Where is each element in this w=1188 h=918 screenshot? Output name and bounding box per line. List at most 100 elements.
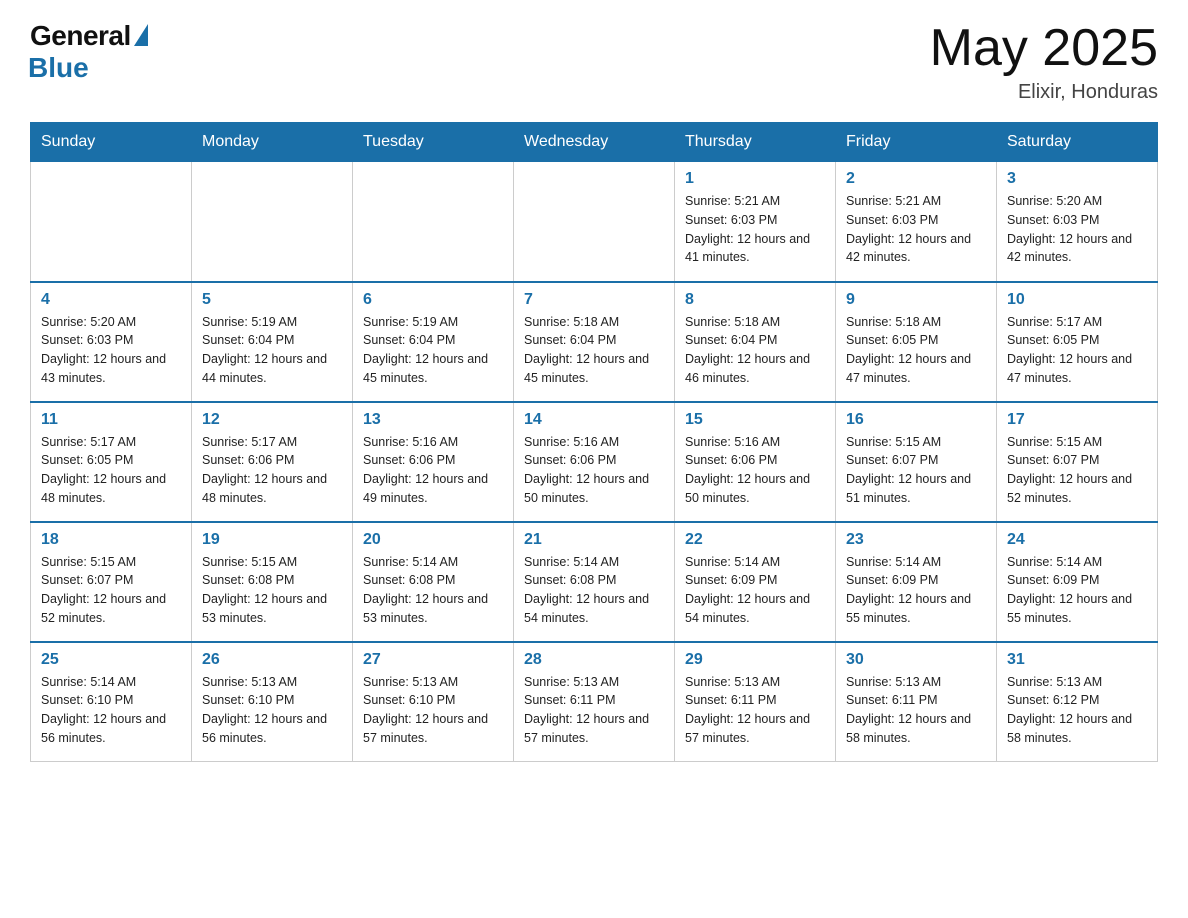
- day-number: 8: [685, 291, 825, 309]
- day-number: 11: [41, 411, 181, 429]
- day-number: 5: [202, 291, 342, 309]
- calendar-cell: 17 Sunrise: 5:15 AM Sunset: 6:07 PM Dayli…: [997, 402, 1158, 522]
- calendar-cell: 14 Sunrise: 5:16 AM Sunset: 6:06 PM Dayli…: [514, 402, 675, 522]
- day-number: 28: [524, 651, 664, 669]
- calendar-week-row: 18 Sunrise: 5:15 AM Sunset: 6:07 PM Dayli…: [31, 522, 1158, 642]
- calendar-cell: 24 Sunrise: 5:14 AM Sunset: 6:09 PM Dayli…: [997, 522, 1158, 642]
- day-number: 18: [41, 531, 181, 549]
- day-number: 22: [685, 531, 825, 549]
- calendar-cell: 28 Sunrise: 5:13 AM Sunset: 6:11 PM Dayli…: [514, 642, 675, 762]
- day-number: 20: [363, 531, 503, 549]
- month-title: May 2025: [930, 20, 1158, 77]
- day-info: Sunrise: 5:13 AM Sunset: 6:11 PM Dayligh…: [524, 673, 664, 748]
- calendar-week-row: 1 Sunrise: 5:21 AM Sunset: 6:03 PM Daylig…: [31, 162, 1158, 282]
- location-label: Elixir, Honduras: [930, 81, 1158, 104]
- calendar-cell: 30 Sunrise: 5:13 AM Sunset: 6:11 PM Dayli…: [836, 642, 997, 762]
- page-header: General Blue May 2025 Elixir, Honduras: [30, 20, 1158, 104]
- calendar-cell: 2Sunrise: 5:21 AM Sunset: 6:03 PM Daylig…: [836, 162, 997, 282]
- calendar-cell: 25 Sunrise: 5:14 AM Sunset: 6:10 PM Dayli…: [31, 642, 192, 762]
- logo: General Blue: [30, 20, 148, 84]
- calendar-cell: 29 Sunrise: 5:13 AM Sunset: 6:11 PM Dayli…: [675, 642, 836, 762]
- day-info: Sunrise: 5:17 AM Sunset: 6:05 PM Dayligh…: [41, 433, 181, 508]
- calendar-cell: [353, 162, 514, 282]
- day-info: Sunrise: 5:18 AM Sunset: 6:05 PM Dayligh…: [846, 313, 986, 388]
- calendar-cell: 8 Sunrise: 5:18 AM Sunset: 6:04 PM Daylig…: [675, 282, 836, 402]
- day-number: 31: [1007, 651, 1147, 669]
- day-number: 10: [1007, 291, 1147, 309]
- calendar-cell: 9 Sunrise: 5:18 AM Sunset: 6:05 PM Daylig…: [836, 282, 997, 402]
- day-info: Sunrise: 5:14 AM Sunset: 6:09 PM Dayligh…: [685, 553, 825, 628]
- day-info: Sunrise: 5:19 AM Sunset: 6:04 PM Dayligh…: [363, 313, 503, 388]
- day-info: Sunrise: 5:14 AM Sunset: 6:09 PM Dayligh…: [1007, 553, 1147, 628]
- day-info: Sunrise: 5:14 AM Sunset: 6:10 PM Dayligh…: [41, 673, 181, 748]
- day-info: Sunrise: 5:21 AM Sunset: 6:03 PM Dayligh…: [685, 192, 825, 267]
- day-info: Sunrise: 5:13 AM Sunset: 6:11 PM Dayligh…: [846, 673, 986, 748]
- day-info: Sunrise: 5:15 AM Sunset: 6:07 PM Dayligh…: [846, 433, 986, 508]
- calendar-cell: 13Sunrise: 5:16 AM Sunset: 6:06 PM Dayli…: [353, 402, 514, 522]
- day-number: 6: [363, 291, 503, 309]
- calendar-cell: 11 Sunrise: 5:17 AM Sunset: 6:05 PM Dayli…: [31, 402, 192, 522]
- day-number: 23: [846, 531, 986, 549]
- day-number: 29: [685, 651, 825, 669]
- calendar-cell: 12 Sunrise: 5:17 AM Sunset: 6:06 PM Dayli…: [192, 402, 353, 522]
- day-number: 25: [41, 651, 181, 669]
- calendar-cell: 18 Sunrise: 5:15 AM Sunset: 6:07 PM Dayli…: [31, 522, 192, 642]
- calendar-header-friday: Friday: [836, 123, 997, 162]
- day-info: Sunrise: 5:14 AM Sunset: 6:09 PM Dayligh…: [846, 553, 986, 628]
- calendar-cell: 19 Sunrise: 5:15 AM Sunset: 6:08 PM Dayli…: [192, 522, 353, 642]
- day-info: Sunrise: 5:15 AM Sunset: 6:07 PM Dayligh…: [41, 553, 181, 628]
- calendar-header-tuesday: Tuesday: [353, 123, 514, 162]
- day-info: Sunrise: 5:14 AM Sunset: 6:08 PM Dayligh…: [363, 553, 503, 628]
- day-info: Sunrise: 5:21 AM Sunset: 6:03 PM Dayligh…: [846, 192, 986, 267]
- day-info: Sunrise: 5:16 AM Sunset: 6:06 PM Dayligh…: [363, 433, 503, 508]
- calendar-cell: 5 Sunrise: 5:19 AM Sunset: 6:04 PM Daylig…: [192, 282, 353, 402]
- day-info: Sunrise: 5:14 AM Sunset: 6:08 PM Dayligh…: [524, 553, 664, 628]
- day-number: 12: [202, 411, 342, 429]
- day-number: 27: [363, 651, 503, 669]
- calendar-cell: 1 Sunrise: 5:21 AM Sunset: 6:03 PM Daylig…: [675, 162, 836, 282]
- day-info: Sunrise: 5:18 AM Sunset: 6:04 PM Dayligh…: [685, 313, 825, 388]
- day-info: Sunrise: 5:17 AM Sunset: 6:06 PM Dayligh…: [202, 433, 342, 508]
- day-number: 4: [41, 291, 181, 309]
- day-number: 3: [1007, 170, 1147, 188]
- day-info: Sunrise: 5:16 AM Sunset: 6:06 PM Dayligh…: [524, 433, 664, 508]
- day-number: 14: [524, 411, 664, 429]
- day-info: Sunrise: 5:13 AM Sunset: 6:10 PM Dayligh…: [363, 673, 503, 748]
- day-number: 19: [202, 531, 342, 549]
- calendar-cell: 21 Sunrise: 5:14 AM Sunset: 6:08 PM Dayli…: [514, 522, 675, 642]
- calendar-cell: 20 Sunrise: 5:14 AM Sunset: 6:08 PM Dayli…: [353, 522, 514, 642]
- day-info: Sunrise: 5:19 AM Sunset: 6:04 PM Dayligh…: [202, 313, 342, 388]
- day-info: Sunrise: 5:13 AM Sunset: 6:12 PM Dayligh…: [1007, 673, 1147, 748]
- calendar-week-row: 4 Sunrise: 5:20 AM Sunset: 6:03 PM Daylig…: [31, 282, 1158, 402]
- calendar-cell: 4 Sunrise: 5:20 AM Sunset: 6:03 PM Daylig…: [31, 282, 192, 402]
- calendar-week-row: 25 Sunrise: 5:14 AM Sunset: 6:10 PM Dayli…: [31, 642, 1158, 762]
- day-info: Sunrise: 5:20 AM Sunset: 6:03 PM Dayligh…: [41, 313, 181, 388]
- calendar-cell: [192, 162, 353, 282]
- calendar-header-monday: Monday: [192, 123, 353, 162]
- calendar-header-sunday: Sunday: [31, 123, 192, 162]
- day-info: Sunrise: 5:15 AM Sunset: 6:08 PM Dayligh…: [202, 553, 342, 628]
- day-number: 17: [1007, 411, 1147, 429]
- calendar-cell: [514, 162, 675, 282]
- day-info: Sunrise: 5:15 AM Sunset: 6:07 PM Dayligh…: [1007, 433, 1147, 508]
- day-number: 9: [846, 291, 986, 309]
- calendar-cell: 15Sunrise: 5:16 AM Sunset: 6:06 PM Dayli…: [675, 402, 836, 522]
- day-number: 1: [685, 170, 825, 188]
- day-number: 30: [846, 651, 986, 669]
- logo-triangle-icon: [134, 24, 148, 46]
- day-info: Sunrise: 5:13 AM Sunset: 6:11 PM Dayligh…: [685, 673, 825, 748]
- day-number: 7: [524, 291, 664, 309]
- calendar-header-thursday: Thursday: [675, 123, 836, 162]
- calendar-cell: 22 Sunrise: 5:14 AM Sunset: 6:09 PM Dayli…: [675, 522, 836, 642]
- calendar-header-wednesday: Wednesday: [514, 123, 675, 162]
- calendar-cell: 3 Sunrise: 5:20 AM Sunset: 6:03 PM Daylig…: [997, 162, 1158, 282]
- day-number: 24: [1007, 531, 1147, 549]
- day-number: 21: [524, 531, 664, 549]
- calendar-cell: [31, 162, 192, 282]
- day-number: 16: [846, 411, 986, 429]
- day-info: Sunrise: 5:17 AM Sunset: 6:05 PM Dayligh…: [1007, 313, 1147, 388]
- calendar-cell: 16 Sunrise: 5:15 AM Sunset: 6:07 PM Dayli…: [836, 402, 997, 522]
- day-info: Sunrise: 5:20 AM Sunset: 6:03 PM Dayligh…: [1007, 192, 1147, 267]
- logo-blue-text: Blue: [28, 52, 89, 84]
- day-number: 26: [202, 651, 342, 669]
